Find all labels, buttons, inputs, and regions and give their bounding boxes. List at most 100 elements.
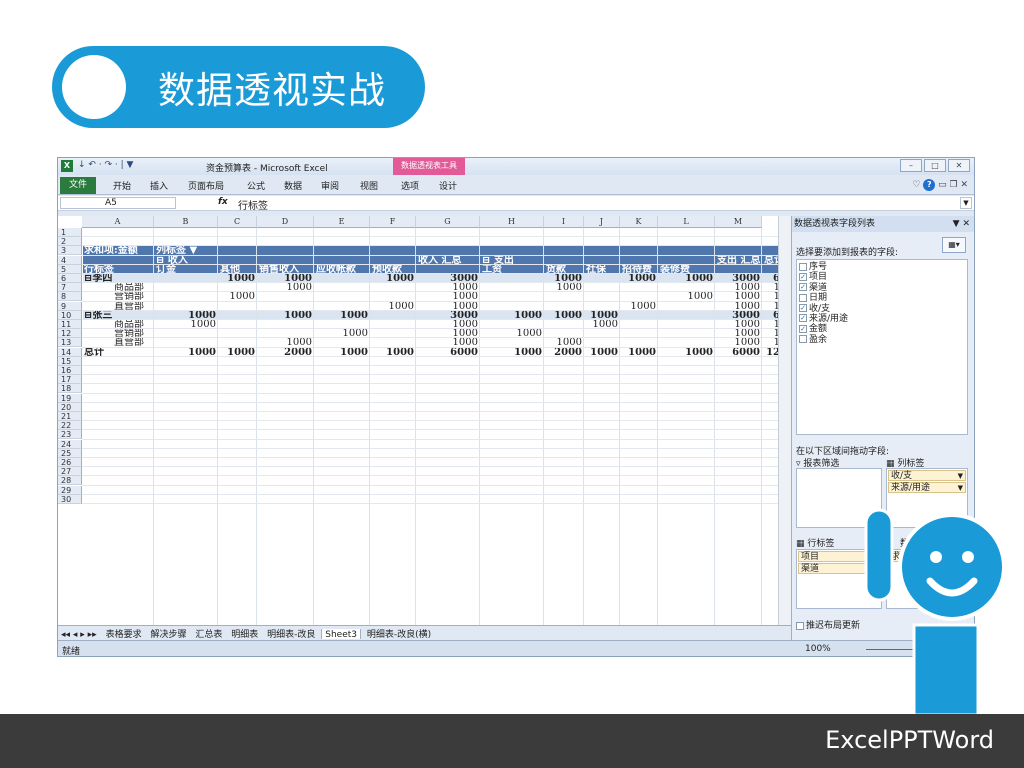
column-header[interactable]: H xyxy=(480,216,544,228)
pivot-cell[interactable]: 1000 xyxy=(220,274,255,283)
vertical-scrollbar[interactable] xyxy=(778,216,791,625)
pivot-cell[interactable]: 1000 xyxy=(259,274,312,283)
tab-view[interactable]: 视图 xyxy=(360,179,378,192)
tab-data[interactable]: 数据 xyxy=(284,179,302,192)
row-header[interactable]: 30 xyxy=(58,494,82,504)
pivot-cell[interactable]: 1000 xyxy=(546,338,582,347)
pivot-cell[interactable]: 1000 xyxy=(316,348,368,357)
pivot-cell[interactable]: 1000 xyxy=(546,283,582,292)
pivot-cell[interactable]: 1000 xyxy=(372,274,414,283)
sheet-tab[interactable]: 明细表-改良(横) xyxy=(364,626,434,639)
field-item[interactable]: ✓ 金额 xyxy=(799,324,965,334)
field-item[interactable]: ✓ 渠道 xyxy=(799,283,965,293)
column-field-item[interactable]: 收/支 ▼ xyxy=(888,470,966,481)
pivot-cell[interactable]: 3000 xyxy=(717,274,760,283)
pivot-cell[interactable]: 1000 xyxy=(586,320,618,329)
column-header[interactable]: K xyxy=(620,216,658,228)
sheet-tab[interactable]: 汇总表 xyxy=(192,626,225,639)
pivot-cell[interactable]: 1000 xyxy=(372,302,414,311)
tab-design[interactable]: 设计 xyxy=(439,179,457,192)
pivot-cell[interactable]: ⊟ 支出 xyxy=(482,256,542,265)
pivot-cell[interactable]: 行标签 xyxy=(84,265,152,274)
ribbon-collapse-icon[interactable]: ♡ xyxy=(912,180,920,190)
sheet-tab-active[interactable]: Sheet3 xyxy=(321,629,362,639)
column-field-item[interactable]: 来源/用途 ▼ xyxy=(888,482,966,493)
workbook-window-controls[interactable]: ▭ ❐ ✕ xyxy=(938,180,968,190)
pivot-cell[interactable]: 1000 xyxy=(316,311,368,320)
row-header[interactable]: 18 xyxy=(58,384,82,394)
pivot-cell[interactable]: 直营部 xyxy=(84,338,152,347)
pivot-cell[interactable]: 1000 xyxy=(546,274,582,283)
row-header[interactable]: 24 xyxy=(58,439,82,449)
tab-insert[interactable]: 插入 xyxy=(150,179,168,192)
pivot-cell[interactable]: 3000 xyxy=(418,311,478,320)
pivot-cell[interactable]: 1000 xyxy=(259,311,312,320)
worksheet-grid[interactable]: A B C D E F G H I J K L M 1 2 3 4 5 6 7 8 9 10 11 12 13 14 15 16 17 18… xyxy=(58,216,791,625)
pivot-cell[interactable]: 1000 xyxy=(156,311,216,320)
pivot-cell[interactable]: 6000 xyxy=(418,348,478,357)
row-header[interactable]: 6 xyxy=(58,274,82,283)
field-item[interactable]: ✓ 来源/用途 xyxy=(799,314,965,324)
field-checkbox[interactable]: ✓ xyxy=(799,314,807,323)
pivot-cell[interactable]: ⊟张三 xyxy=(84,311,152,320)
row-header[interactable]: 27 xyxy=(58,467,82,477)
pivot-cell[interactable]: 总计 xyxy=(84,348,152,357)
column-header[interactable]: C xyxy=(218,216,257,228)
pivot-cell[interactable]: 1000 xyxy=(259,283,312,292)
column-header[interactable]: D xyxy=(257,216,314,228)
field-checkbox[interactable] xyxy=(799,335,807,344)
pivot-cell[interactable]: 1000 xyxy=(259,338,312,347)
expand-formula-bar-icon[interactable]: ▼ xyxy=(960,197,972,209)
pivot-cell[interactable]: 3000 xyxy=(717,311,760,320)
row-header[interactable]: 13 xyxy=(58,338,82,348)
row-header[interactable]: 20 xyxy=(58,402,82,412)
pivot-cell[interactable]: 1000 xyxy=(717,329,760,338)
pivot-cell[interactable]: 招待费 xyxy=(622,265,656,274)
pivot-cell[interactable]: 6000 xyxy=(717,348,760,357)
pivot-cell[interactable]: 2000 xyxy=(259,348,312,357)
column-header[interactable]: F xyxy=(370,216,416,228)
tab-options[interactable]: 选项 xyxy=(401,179,419,192)
sheet-nav-arrows[interactable]: ◂◂ ◂ ▸ ▸▸ xyxy=(58,629,100,639)
pivot-cell[interactable]: 1000 xyxy=(418,329,478,338)
row-header[interactable]: 26 xyxy=(58,458,82,467)
sheet-tab[interactable]: 明细表 xyxy=(228,626,261,639)
pivot-cell[interactable]: 1000 xyxy=(546,311,582,320)
pivot-cell[interactable]: 支出 汇总 xyxy=(717,256,760,265)
pivot-cell[interactable]: 1000 xyxy=(418,283,478,292)
pivot-cell[interactable]: 1000 xyxy=(717,320,760,329)
minimize-button[interactable]: – xyxy=(900,159,922,172)
pivot-cell[interactable]: 预收款 xyxy=(372,265,414,274)
row-header[interactable]: 17 xyxy=(58,375,82,385)
help-icon[interactable]: ? xyxy=(923,179,936,191)
pivot-cell[interactable]: 1000 xyxy=(220,348,255,357)
row-header[interactable]: 25 xyxy=(58,448,82,458)
field-checkbox[interactable]: ✓ xyxy=(799,283,807,292)
pivot-cell[interactable]: 1000 xyxy=(156,348,216,357)
pivot-cell[interactable]: 1000 xyxy=(220,292,255,301)
field-item[interactable]: 日期 xyxy=(799,293,965,303)
row-header[interactable]: 16 xyxy=(58,366,82,375)
pivot-cell[interactable]: 1000 xyxy=(717,302,760,311)
row-header[interactable]: 1 xyxy=(58,228,82,237)
row-header[interactable]: 15 xyxy=(58,356,82,366)
pivot-cell[interactable]: 工资 xyxy=(482,265,542,274)
zoom-level[interactable]: 100% xyxy=(805,644,831,654)
field-checkbox[interactable]: ✓ xyxy=(799,272,807,281)
field-checkbox[interactable]: ✓ xyxy=(799,304,807,313)
column-header[interactable]: B xyxy=(154,216,218,228)
pivot-cell[interactable]: 1000 xyxy=(418,338,478,347)
pivot-cell[interactable]: 1000 xyxy=(622,302,656,311)
pivot-cell[interactable]: ⊟李四 xyxy=(84,274,152,283)
row-header[interactable]: 4 xyxy=(58,255,82,265)
row-header[interactable]: 8 xyxy=(58,292,82,302)
tab-review[interactable]: 审阅 xyxy=(321,179,339,192)
field-checkbox[interactable]: ✓ xyxy=(799,324,807,333)
restore-button[interactable]: □ xyxy=(924,159,946,172)
pivot-cell[interactable]: 商品部 xyxy=(84,320,152,329)
pivot-cell[interactable]: 销售收入 xyxy=(259,265,312,274)
quick-access-toolbar[interactable]: ↓ ↶ · ↷ · | ▼ xyxy=(78,160,133,170)
pivot-cell[interactable]: 求和项:金额 xyxy=(84,246,152,255)
row-header[interactable]: 22 xyxy=(58,421,82,431)
pivot-cell[interactable]: 1000 xyxy=(418,292,478,301)
